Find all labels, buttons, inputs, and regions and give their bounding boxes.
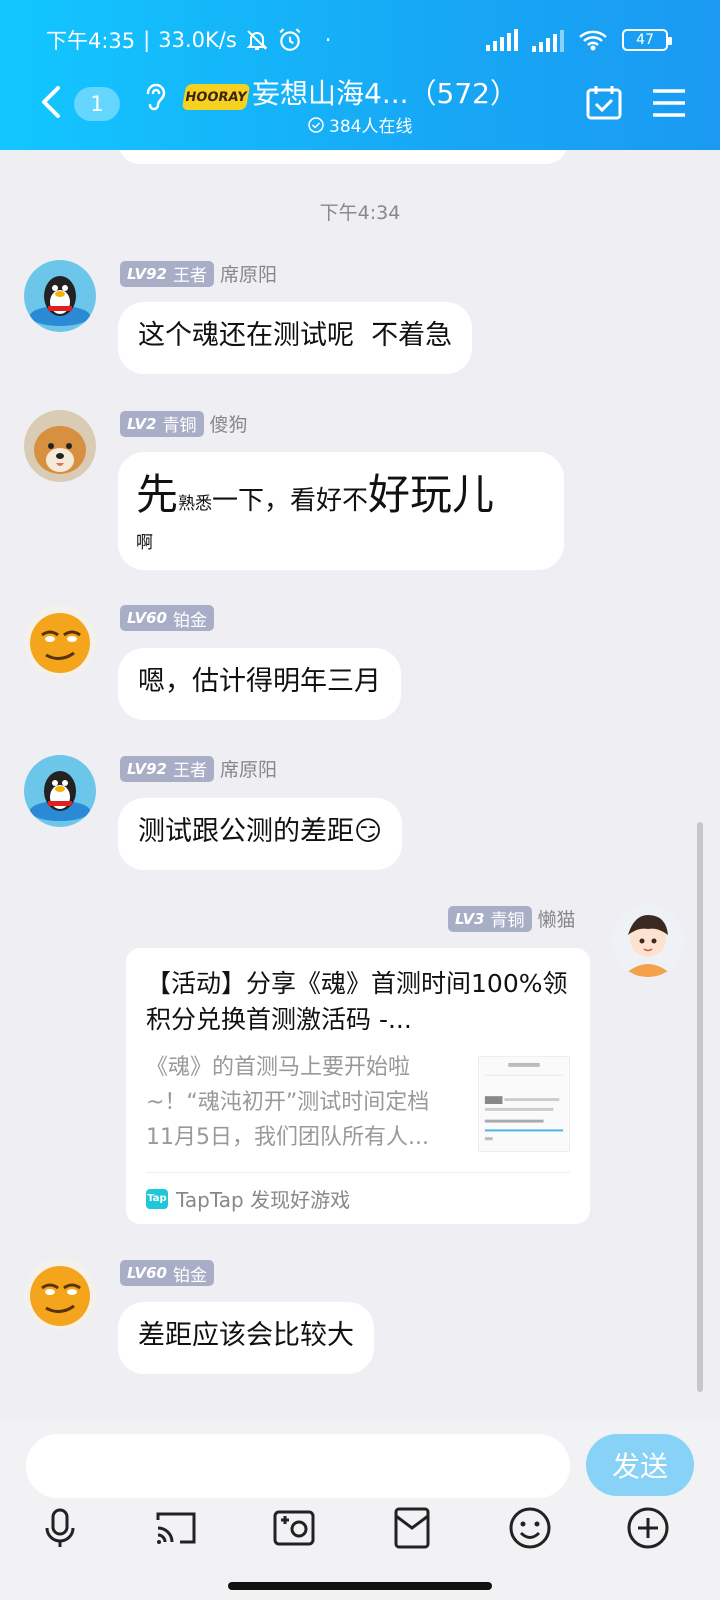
- network-speed: 33.0K/s: [158, 28, 237, 52]
- taptap-logo-icon: Tap: [146, 1188, 168, 1209]
- red-packet-icon[interactable]: [390, 1506, 434, 1550]
- message-bubble[interactable]: 嗯，估计得明年三月: [118, 648, 401, 720]
- top-bar: 下午4:35 | 33.0K/s · 47 1 HOORAY 妄想山海4...（…: [0, 0, 720, 150]
- card-title: 【活动】分享《魂》首测时间100%领积分兑换首测激活码 -...: [146, 969, 568, 1034]
- sender-meta: LV60 铂金: [120, 605, 214, 631]
- card-divider: [146, 1172, 570, 1173]
- avatar-penguin[interactable]: [24, 260, 96, 332]
- avatar-dog[interactable]: [24, 410, 96, 482]
- chat-header: 1 HOORAY 妄想山海4...（572） 384人在线: [0, 70, 720, 140]
- sender-name[interactable]: 席原阳: [220, 260, 277, 287]
- avatar-smirk-emoji[interactable]: [24, 1258, 96, 1330]
- sender-meta: LV92 王者 席原阳: [120, 755, 277, 782]
- plus-icon[interactable]: [626, 1506, 670, 1550]
- signal-icon: [486, 29, 518, 51]
- level-badge: LV2 青铜: [120, 410, 204, 437]
- menu-icon[interactable]: [652, 88, 686, 118]
- battery-indicator: 47: [622, 29, 672, 51]
- card-thumbnail: [478, 1056, 570, 1152]
- photo-icon[interactable]: [272, 1506, 316, 1550]
- scrollbar[interactable]: [697, 822, 703, 1392]
- previous-message-bubble[interactable]: [118, 150, 568, 164]
- sender-meta: LV92 王者 席原阳: [120, 260, 277, 287]
- level-badge: LV60 铂金: [120, 605, 214, 631]
- dot-indicator: ·: [324, 28, 332, 52]
- message-bubble[interactable]: 先熟悉一下，看好不好玩儿 啊: [118, 452, 564, 570]
- card-source: Tap TapTap 发现好游戏: [146, 1188, 351, 1212]
- avatar-smirk-emoji[interactable]: [24, 605, 96, 677]
- alarm-icon: [279, 28, 301, 51]
- send-button[interactable]: 发送: [586, 1434, 694, 1496]
- online-check-icon: [308, 116, 324, 133]
- cast-icon[interactable]: [154, 1506, 198, 1550]
- home-indicator[interactable]: [228, 1582, 492, 1590]
- status-bar: 下午4:35 | 33.0K/s · 47: [0, 18, 720, 62]
- game-logo: HOORAY: [181, 84, 251, 110]
- level-badge: LV60 铂金: [120, 1260, 214, 1286]
- avatar-penguin[interactable]: [24, 755, 96, 827]
- mute-bell-icon: [246, 30, 268, 50]
- message-list[interactable]: 下午4:34 LV92 王者 席原阳 这个魂还在测试呢 不着急 LV2 青铜 傻…: [0, 150, 720, 1420]
- card-description: 《魂》的首测马上要开始啦~！“魂沌初开”测试时间定档11月5日，我们团队所有人.…: [146, 1055, 430, 1150]
- level-badge: LV3 青铜: [448, 905, 532, 932]
- sender-meta: LV2 青铜 傻狗: [120, 410, 248, 437]
- sender-name[interactable]: 傻狗: [210, 410, 248, 437]
- level-badge: LV92 王者: [120, 260, 214, 287]
- avatar-anime-boy[interactable]: [612, 905, 684, 977]
- message-timestamp: 下午4:34: [319, 202, 401, 224]
- composer: 发送: [0, 1420, 720, 1600]
- mic-icon[interactable]: [38, 1506, 82, 1550]
- back-icon[interactable]: [36, 82, 64, 122]
- ear-icon[interactable]: [143, 80, 169, 114]
- unread-count-badge[interactable]: 1: [74, 87, 120, 121]
- message-bubble[interactable]: 差距应该会比较大: [118, 1302, 374, 1374]
- signal-hd-icon: [532, 30, 564, 52]
- message-bubble[interactable]: 这个魂还在测试呢 不着急: [118, 302, 473, 374]
- shared-link-card[interactable]: 【活动】分享《魂》首测时间100%领积分兑换首测激活码 -... 《魂》的首测马…: [126, 948, 590, 1224]
- level-badge: LV92 王者: [120, 755, 214, 782]
- message-bubble[interactable]: 测试跟公测的差距😏: [118, 798, 403, 870]
- sender-meta: LV60 铂金: [120, 1260, 214, 1286]
- group-title[interactable]: 妄想山海4...（572）: [252, 72, 518, 112]
- online-count[interactable]: 384人在线: [308, 112, 412, 137]
- message-input[interactable]: [26, 1434, 570, 1498]
- sender-name[interactable]: 懒猫: [538, 905, 576, 932]
- sender-name[interactable]: 席原阳: [220, 755, 277, 782]
- status-time: 下午4:35: [46, 29, 136, 53]
- wifi-icon: [579, 30, 607, 51]
- sender-meta: LV3 青铜 懒猫: [448, 905, 576, 932]
- emoji-icon[interactable]: [508, 1506, 552, 1550]
- calendar-check-icon[interactable]: [585, 84, 623, 122]
